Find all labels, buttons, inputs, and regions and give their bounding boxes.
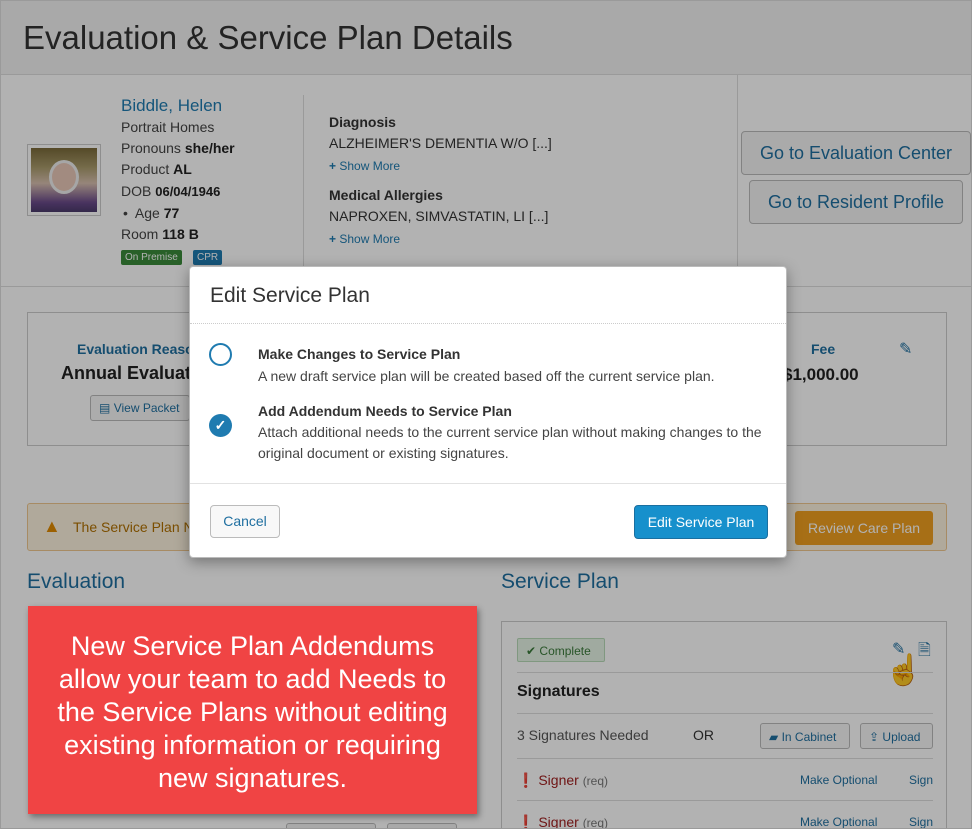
cancel-button[interactable]: Cancel [210,505,280,538]
make-changes-radio[interactable] [209,343,232,366]
divider [190,483,786,484]
option-make-changes-title: Make Changes to Service Plan [258,346,461,362]
option-add-addendum-title: Add Addendum Needs to Service Plan [258,403,512,419]
divider [190,323,786,324]
edit-service-plan-modal: Edit Service Plan Make Changes to Servic… [189,266,787,558]
app-window: Evaluation & Service Plan Details Biddle… [0,0,972,829]
feature-callout: New Service Plan Addendums allow your te… [28,606,477,814]
edit-service-plan-button[interactable]: Edit Service Plan [634,505,768,539]
add-addendum-radio[interactable]: ✓ [209,414,232,437]
option-add-addendum-description: Attach additional needs to the current s… [258,424,762,461]
check-icon: ✓ [214,417,227,433]
option-make-changes-description: A new draft service plan will be created… [258,368,715,384]
modal-title: Edit Service Plan [210,284,370,307]
